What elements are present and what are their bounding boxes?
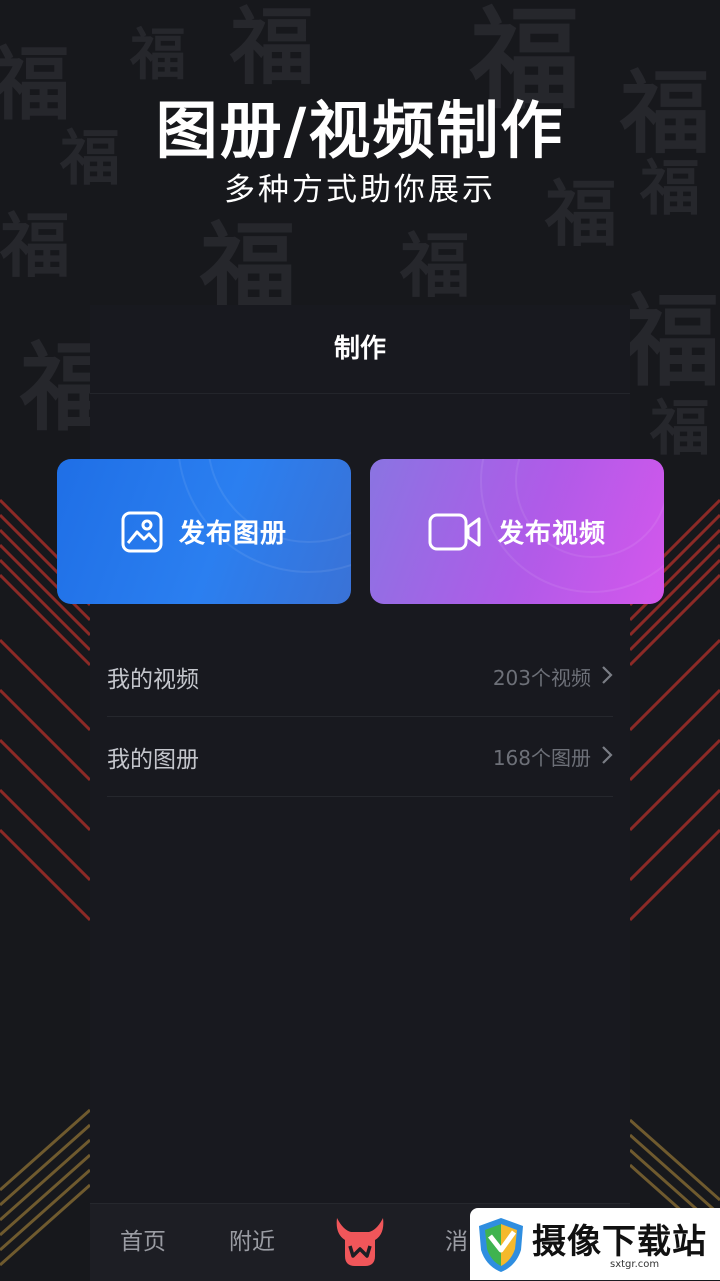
panel-title: 制作	[90, 305, 630, 394]
video-camera-icon	[428, 513, 482, 551]
my-albums-row[interactable]: 我的图册 168个图册	[107, 717, 613, 797]
publish-album-button[interactable]: 发布图册	[57, 459, 351, 604]
site-watermark: 摄像下载站 sxtgr.com	[470, 1208, 720, 1280]
my-videos-row[interactable]: 我的视频 203个视频	[107, 637, 613, 717]
watermark-url: sxtgr.com	[610, 1259, 660, 1270]
row-label: 我的视频	[107, 666, 199, 693]
row-right: 203个视频	[493, 662, 613, 691]
watermark-text: 摄像下载站	[532, 1222, 707, 1262]
tab-messages[interactable]: 消	[445, 1204, 468, 1281]
video-count: 203个视频	[492, 666, 591, 690]
tab-nearby[interactable]: 附近	[229, 1204, 275, 1281]
tab-home[interactable]: 首页	[120, 1204, 166, 1281]
hero-title: 图册/视频制作	[155, 94, 565, 167]
image-icon	[121, 511, 163, 553]
row-label: 我的图册	[107, 746, 199, 773]
horns-logo-icon[interactable]	[333, 1216, 387, 1272]
publish-video-button[interactable]: 发布视频	[370, 459, 664, 604]
album-count: 168个图册	[492, 746, 591, 770]
chevron-right-icon	[601, 745, 613, 769]
bg-character: 福	[400, 224, 470, 307]
row-right: 168个图册	[493, 742, 613, 771]
bg-character: 福	[130, 22, 186, 88]
shield-logo-icon	[476, 1216, 526, 1278]
hero-subtitle: 多种方式助你展示	[224, 172, 496, 208]
chevron-right-icon	[601, 665, 613, 689]
